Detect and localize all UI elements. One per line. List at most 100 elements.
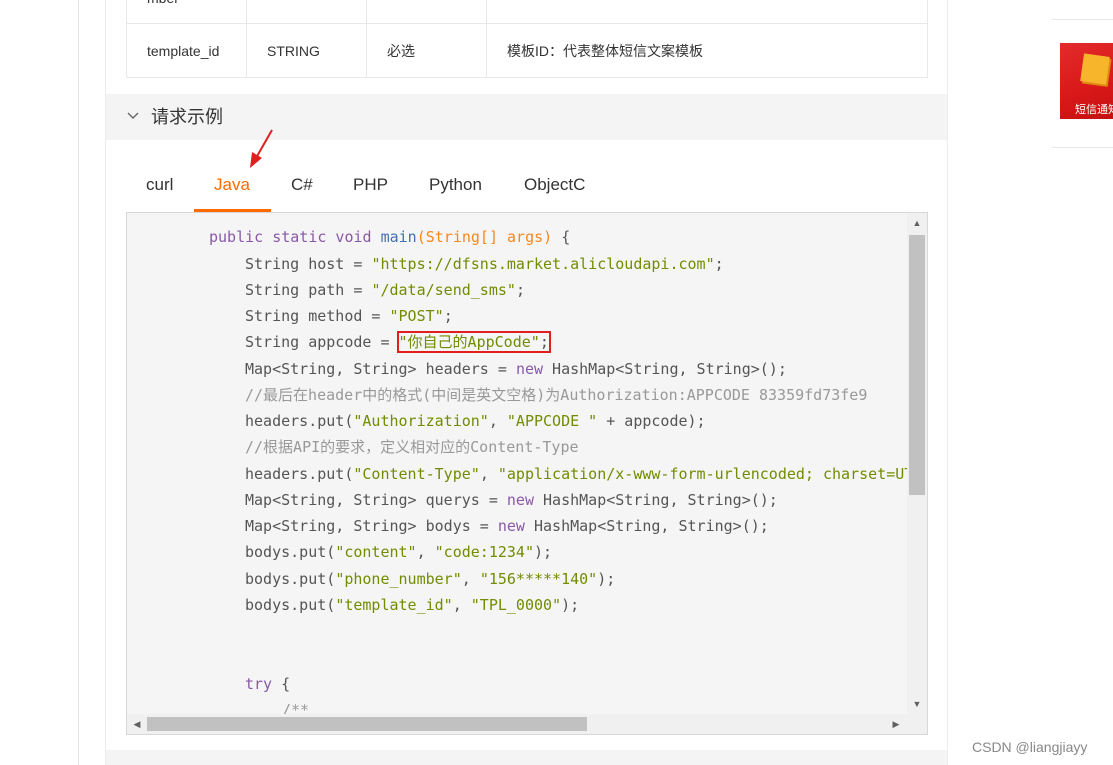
code-line: headers.put("Content-Type", "application… <box>245 464 913 484</box>
code-text: String method = <box>245 307 390 325</box>
code-text: headers.put( <box>245 412 354 430</box>
tab-csharp[interactable]: C# <box>291 175 313 195</box>
code-text: , <box>452 596 471 614</box>
code-line: headers.put("Authorization", "APPCODE " … <box>245 411 706 431</box>
cube-icon <box>1080 53 1110 85</box>
code-line: Map<String, String> headers = new HashMa… <box>245 359 787 379</box>
code-text: , <box>416 543 435 561</box>
csdn-watermark: CSDN @liangjiayy <box>972 739 1088 755</box>
table-row-previous: mber <box>127 0 927 24</box>
code-string: "156*****140" <box>479 570 598 588</box>
code-text: HashMap<String, String>(); <box>524 517 769 535</box>
tab-php[interactable]: PHP <box>353 175 388 195</box>
request-example-header[interactable]: 请求示例 <box>106 94 947 140</box>
scroll-left-arrow-icon[interactable]: ◀ <box>132 719 142 729</box>
code-text: { <box>272 675 291 693</box>
code-text: HashMap<String, String>(); <box>534 491 778 509</box>
cell-param-required: 必选 <box>387 43 415 59</box>
ad-label: 短信通知 <box>1075 103 1113 116</box>
code-line: String appcode = "你自己的AppCode"; <box>245 331 551 353</box>
code-text: ; <box>515 281 525 299</box>
cell-param-type: STRING <box>267 43 320 59</box>
code-text: Map<String, String> bodys = <box>245 517 498 535</box>
code-string: "https://dfsns.market.alicloudapi.com" <box>371 255 715 273</box>
param-table: mber template_id STRING 必选 模板ID：代表整体短信文案… <box>126 0 928 78</box>
code-string: "/data/send_sms" <box>371 281 516 299</box>
divider <box>1052 147 1113 148</box>
code-string: "application/x-www-form-urlencoded; char… <box>497 465 914 483</box>
code-text: bodys.put( <box>245 570 336 588</box>
code-text: String host = <box>245 255 372 273</box>
chevron-down-icon[interactable] <box>126 108 140 122</box>
code-text: Map<String, String> headers = <box>245 360 516 378</box>
cell-param-name: template_id <box>147 43 220 59</box>
code-text: ; <box>443 307 453 325</box>
code-string: "phone_number" <box>335 570 462 588</box>
code-text: Map<String, String> querys = <box>245 491 507 509</box>
scroll-up-arrow-icon[interactable]: ▲ <box>912 218 922 228</box>
column-divider <box>486 0 487 77</box>
code-text: ; <box>539 333 549 351</box>
code-text: { <box>552 228 571 246</box>
code-comment: //最后在header中的格式(中间是英文空格)为Authorization:A… <box>245 386 868 404</box>
code-comment: //根据API的要求，定义相对应的Content-Type <box>245 438 579 456</box>
code-line: bodys.put("content", "code:1234"); <box>245 542 552 562</box>
code-line: Map<String, String> querys = new HashMap… <box>245 490 778 510</box>
next-section-header <box>106 750 947 765</box>
tab-curl[interactable]: curl <box>146 175 173 195</box>
code-text: ); <box>561 596 580 614</box>
code-string: "Content-Type" <box>353 465 480 483</box>
code-line: bodys.put("phone_number", "156*****140")… <box>245 569 615 589</box>
divider <box>1052 19 1113 20</box>
code-text: bodys.put( <box>245 596 336 614</box>
scroll-right-arrow-icon[interactable]: ▶ <box>891 719 901 729</box>
code-string: "POST" <box>389 307 444 325</box>
tab-objectc[interactable]: ObjectC <box>524 175 585 195</box>
code-string: "template_id" <box>335 596 453 614</box>
code-keyword: try <box>245 675 273 693</box>
code-text: ); <box>597 570 616 588</box>
tab-java[interactable]: Java <box>214 175 250 195</box>
code-string: "TPL_0000" <box>470 596 562 614</box>
highlighted-appcode: "你自己的AppCode"; <box>396 331 551 353</box>
code-text: HashMap<String, String>(); <box>543 360 787 378</box>
column-divider <box>246 0 247 77</box>
code-text: , <box>461 570 480 588</box>
code-keyword: new <box>506 491 534 509</box>
scroll-down-arrow-icon[interactable]: ▼ <box>912 699 922 709</box>
tab-python[interactable]: Python <box>429 175 482 195</box>
code-line: bodys.put("template_id", "TPL_0000"); <box>245 595 579 615</box>
code-text: + appcode); <box>597 412 706 430</box>
code-string: "content" <box>335 543 417 561</box>
code-text: bodys.put( <box>245 543 336 561</box>
code-keyword: new <box>515 360 544 378</box>
cell-param-description: 模板ID：代表整体短信文案模板 <box>507 43 703 59</box>
code-text: String path = <box>245 281 372 299</box>
column-divider <box>366 0 367 77</box>
code-line: String method = "POST"; <box>245 306 453 326</box>
code-line: Map<String, String> bodys = new HashMap<… <box>245 516 769 536</box>
annotation-arrow-icon <box>250 129 273 168</box>
code-line: public static void main(String[] args) { <box>209 227 570 247</box>
code-keyword: public static void <box>209 228 381 246</box>
section-title: 请求示例 <box>151 107 223 127</box>
code-string: "Authorization" <box>353 412 489 430</box>
code-text: , <box>488 412 507 430</box>
code-text: String appcode = <box>245 333 399 351</box>
code-line: String host = "https://dfsns.market.alic… <box>245 254 724 274</box>
sms-product-ad[interactable]: 短信通知 <box>1060 43 1113 119</box>
code-keyword: new <box>497 517 525 535</box>
code-params: (String[] args) <box>416 228 553 246</box>
horizontal-scrollbar[interactable]: ◀ ▶ <box>127 714 907 734</box>
vertical-scroll-thumb[interactable] <box>909 235 925 495</box>
scrollbar-corner <box>907 714 927 734</box>
code-text: , <box>479 465 498 483</box>
horizontal-scroll-thumb[interactable] <box>147 717 587 731</box>
code-block[interactable]: public static void main(String[] args) {… <box>126 212 928 735</box>
code-line: String path = "/data/send_sms"; <box>245 280 525 300</box>
code-text: ; <box>714 255 724 273</box>
code-string: "APPCODE " <box>506 412 598 430</box>
cell-name-fragment: mber <box>147 0 179 7</box>
vertical-scrollbar[interactable]: ▲ ▼ <box>907 213 927 721</box>
left-page-border <box>78 0 79 765</box>
